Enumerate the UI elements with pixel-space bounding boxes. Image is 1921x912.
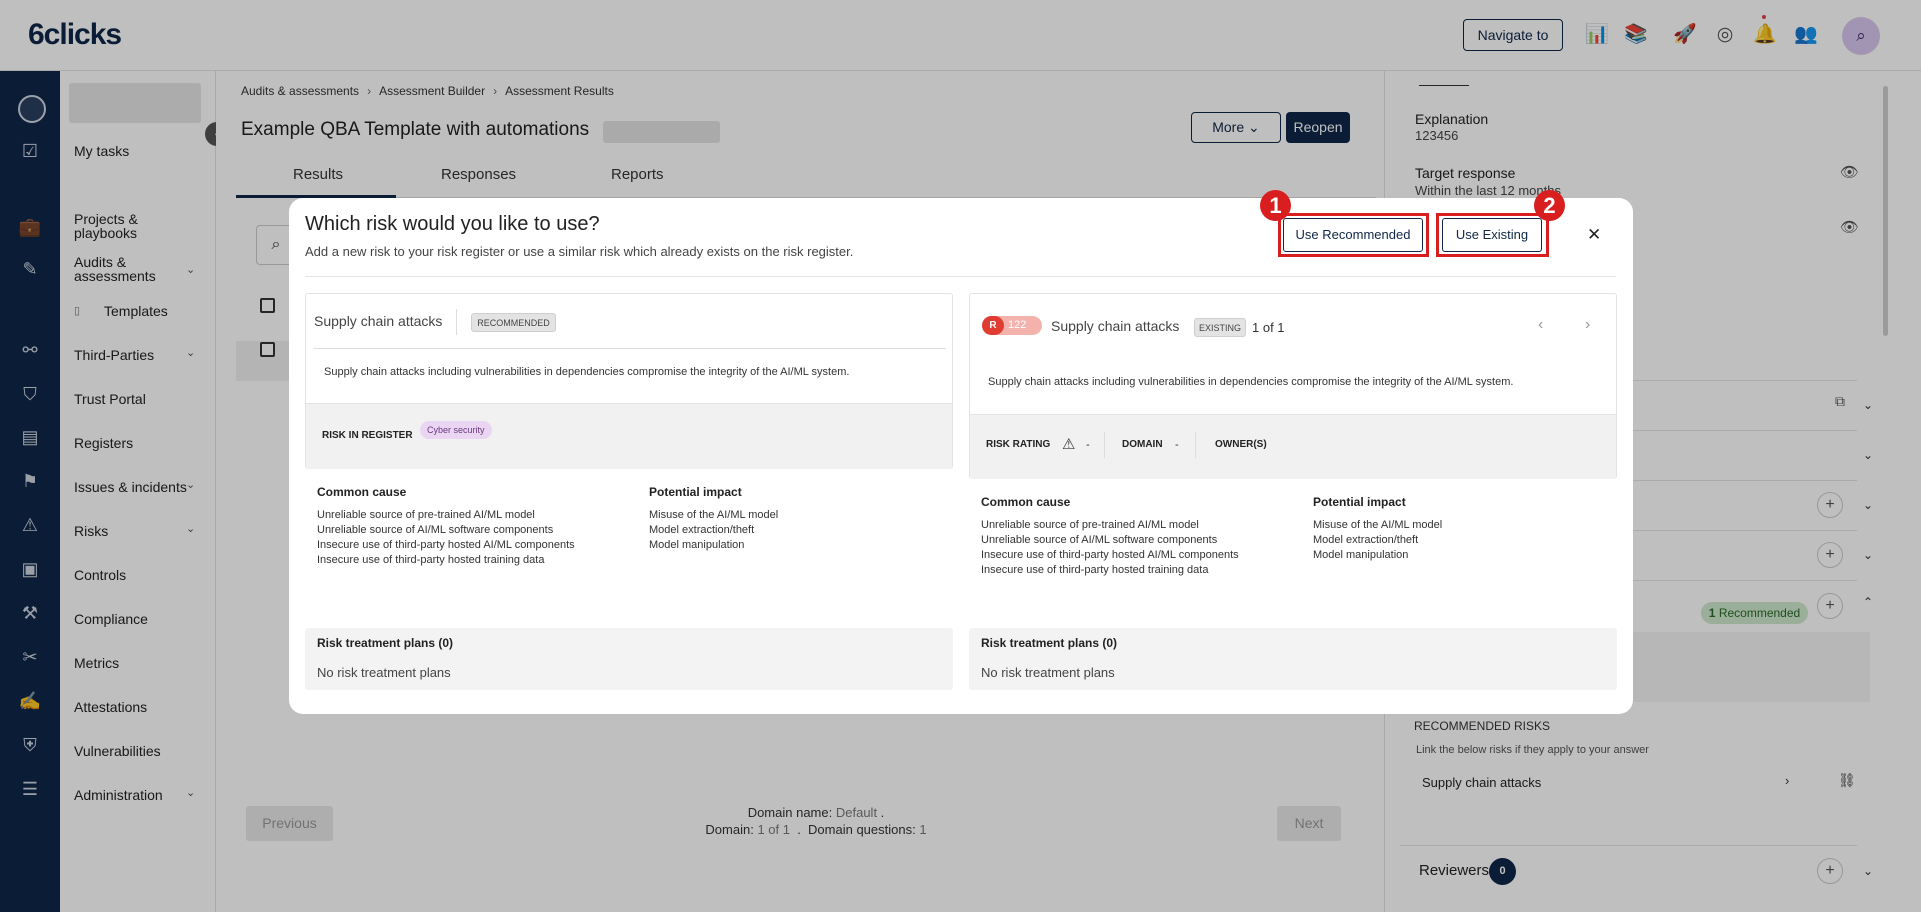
risk-description: Supply chain attacks including vulnerabi… [988,376,1514,388]
risk-prefix: R [982,316,1004,335]
domain-label: DOMAIN [1122,439,1163,450]
treatment-plans-heading: Risk treatment plans (0) [981,636,1118,650]
close-icon[interactable]: ✕ [1587,225,1601,245]
list-item: Model manipulation [1313,549,1409,561]
potential-impact-list: Misuse of the AI/ML model Model extracti… [1313,518,1442,563]
risk-in-register-label: RISK IN REGISTER [322,430,413,441]
risk-rating-label: RISK RATING [986,439,1051,450]
list-item: Insecure use of third-party hosted AI/ML… [981,549,1239,561]
risk-rating-value: - [1086,439,1090,451]
risk-title: Supply chain attacks [314,313,443,329]
list-item: Insecure use of third-party hosted train… [317,554,545,566]
card-footer: RISK RATING ⚠ - DOMAIN - OWNER(S) [970,414,1616,479]
common-cause-heading: Common cause [981,495,1071,509]
risk-title: Supply chain attacks [1051,318,1180,334]
highlight-box [1436,213,1549,257]
next-arrow-icon[interactable]: › [1585,316,1590,334]
owners-label: OWNER(S) [1215,439,1267,450]
separator [1195,432,1196,458]
potential-impact-heading: Potential impact [1313,495,1406,509]
card-footer: RISK IN REGISTER Cyber security [306,403,952,469]
separator [456,309,457,335]
recommended-tag: RECOMMENDED [471,313,556,332]
risk-choice-dialog: Which risk would you like to use? Add a … [289,190,1633,714]
risk-description: Supply chain attacks including vulnerabi… [324,366,850,378]
list-item: Insecure use of third-party hosted AI/ML… [317,539,575,551]
treatment-plans-empty: No risk treatment plans [317,665,451,680]
step-marker-1: 1 [1260,190,1291,221]
common-cause-list: Unreliable source of pre-trained AI/ML m… [981,518,1239,578]
warning-icon: ⚠ [1062,436,1076,453]
common-cause-list: Unreliable source of pre-trained AI/ML m… [317,508,575,568]
potential-impact-heading: Potential impact [649,485,742,499]
dialog-divider [305,276,1616,277]
treatment-plans-heading: Risk treatment plans (0) [317,636,454,650]
risk-number: 122 [1008,319,1027,331]
list-item: Misuse of the AI/ML model [1313,519,1443,531]
treatment-plans-box: Risk treatment plans (0) No risk treatme… [305,628,953,690]
card-divider [314,348,946,349]
risk-counter: 1 of 1 [1252,320,1285,335]
domain-value: - [1175,439,1179,451]
step-marker-2: 2 [1534,190,1565,221]
recommended-risk-card: Supply chain attacks RECOMMENDED Supply … [305,293,953,469]
common-cause-heading: Common cause [317,485,407,499]
existing-tag: EXISTING [1194,318,1246,337]
previous-arrow-icon[interactable]: ‹ [1538,316,1543,334]
list-item: Model extraction/theft [649,524,755,536]
dialog-title: Which risk would you like to use? [305,213,600,235]
list-item: Unreliable source of AI/ML software comp… [981,534,1218,546]
list-item: Model extraction/theft [1313,534,1419,546]
category-tag: Cyber security [420,421,492,439]
list-item: Misuse of the AI/ML model [649,509,779,521]
highlight-box [1278,213,1429,257]
dialog-subtitle: Add a new risk to your risk register or … [305,244,854,259]
existing-risk-card: R 122 Supply chain attacks EXISTING 1 of… [969,293,1617,479]
risk-id-badge[interactable]: R 122 [982,316,1042,335]
list-item: Insecure use of third-party hosted train… [981,564,1209,576]
list-item: Unreliable source of pre-trained AI/ML m… [981,519,1199,531]
separator [1104,432,1105,458]
list-item: Unreliable source of pre-trained AI/ML m… [317,509,535,521]
treatment-plans-box: Risk treatment plans (0) No risk treatme… [969,628,1617,690]
treatment-plans-empty: No risk treatment plans [981,665,1115,680]
potential-impact-list: Misuse of the AI/ML model Model extracti… [649,508,778,553]
list-item: Model manipulation [649,539,745,551]
list-item: Unreliable source of AI/ML software comp… [317,524,554,536]
